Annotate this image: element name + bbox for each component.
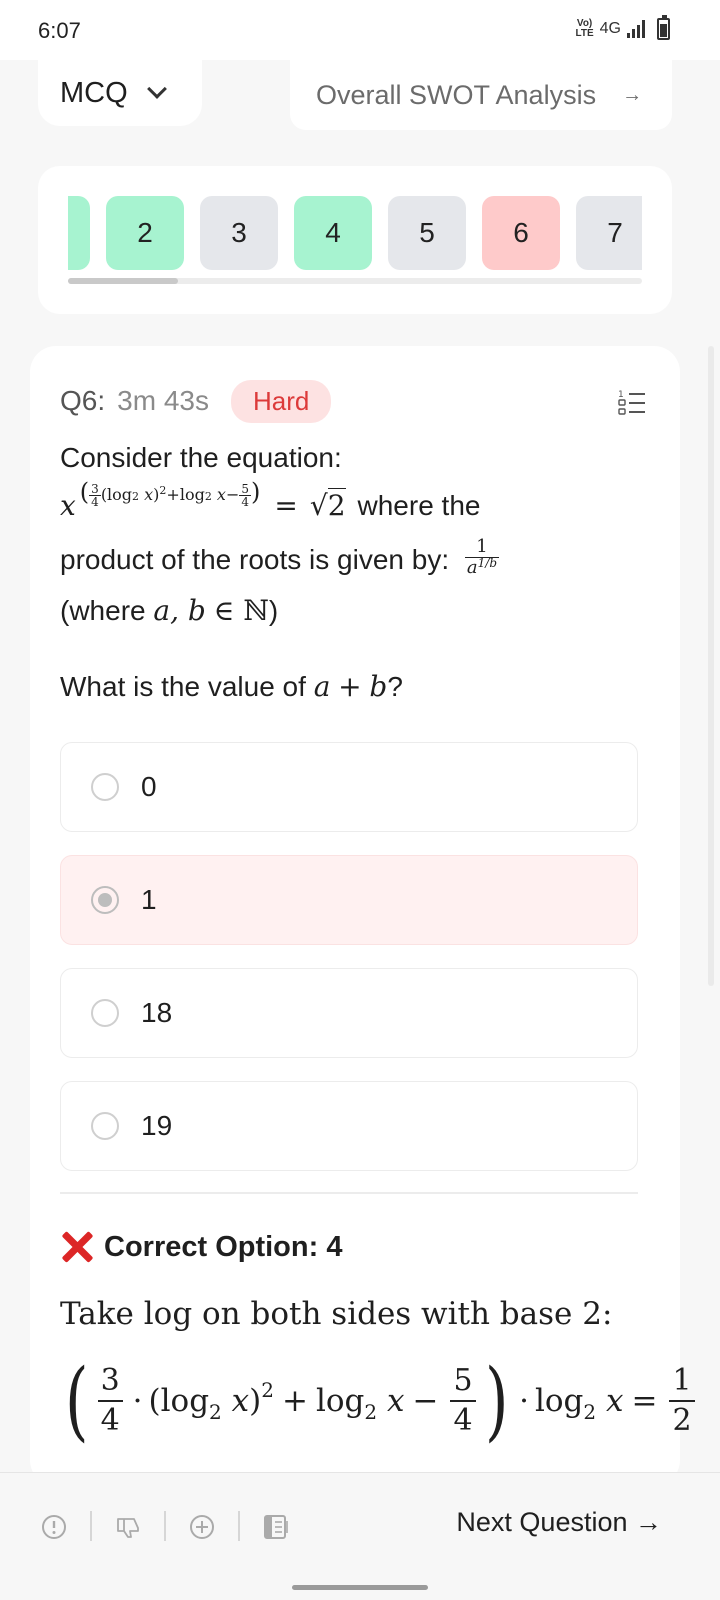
battery-icon xyxy=(657,15,670,40)
solution-intro: Take log on both sides with base 2: xyxy=(60,1296,613,1332)
add-circle-icon[interactable] xyxy=(188,1513,216,1541)
dislike-icon[interactable] xyxy=(114,1513,142,1541)
status-icons: Vo) LTE 4G xyxy=(575,15,670,40)
options-list: 0 1 18 19 xyxy=(60,742,638,1194)
arrow-right-icon: → xyxy=(622,83,643,106)
network-type: 4G xyxy=(599,20,621,37)
numbered-list-icon[interactable]: 1 xyxy=(618,388,646,418)
question-header: Q6: 3m 43s Hard 1 xyxy=(60,376,650,426)
option-0[interactable]: 0 xyxy=(60,742,638,832)
option-1[interactable]: 1 xyxy=(60,855,638,945)
toolbar-separator xyxy=(90,1511,92,1541)
question-number: Q6: xyxy=(60,385,106,416)
svg-text:1: 1 xyxy=(618,390,624,400)
option-label: 1 xyxy=(141,884,157,915)
signal-icon xyxy=(627,20,645,38)
question-line-4: (where a, b ∈ ℕ) xyxy=(60,593,279,627)
notebook-icon[interactable] xyxy=(262,1513,290,1541)
option-label: 0 xyxy=(141,771,157,802)
solution-equation: ( 34 · (log2 x)2 + log2 x − 54 ) · log2 … xyxy=(60,1346,695,1456)
question-nav-item[interactable]: 6 xyxy=(482,196,560,270)
page-scrollbar[interactable] xyxy=(708,346,714,986)
divider xyxy=(60,1192,638,1194)
question-nav-item[interactable]: 1 xyxy=(68,196,90,270)
chevron-down-icon xyxy=(146,79,167,99)
navigator-scroll-thumb[interactable] xyxy=(68,278,178,284)
correct-option-row: Correct Option: 4 xyxy=(60,1230,342,1264)
swot-analysis-label: Overall SWOT Analysis xyxy=(316,79,597,110)
question-card: Q6: 3m 43s Hard 1 Consider the equation:… xyxy=(30,346,695,1486)
question-text: Consider the equation: x (3 4 (log2 x)2+lo… xyxy=(60,438,650,707)
question-nav-item[interactable]: 7 xyxy=(576,196,642,270)
toolbar-separator xyxy=(164,1511,166,1541)
difficulty-badge: Hard xyxy=(230,379,332,423)
cross-mark-icon xyxy=(60,1230,94,1264)
option-19[interactable]: 19 xyxy=(60,1081,638,1171)
status-time: 6:07 xyxy=(38,18,81,43)
toolbar-separator xyxy=(238,1511,240,1541)
question-ask: What is the value of a + b? xyxy=(60,669,403,703)
next-question-button[interactable]: Next Question → xyxy=(456,1507,662,1538)
radio-button[interactable] xyxy=(91,773,119,801)
correct-option-text: Correct Option: 4 xyxy=(104,1230,343,1263)
question-nav-item[interactable]: 2 xyxy=(106,196,184,270)
question-navigator-scroll[interactable]: 1234567 xyxy=(68,196,642,270)
volte-icon: Vo) LTE xyxy=(575,18,594,39)
status-bar: 6:07 Vo) LTE 4G xyxy=(0,0,720,60)
radio-button[interactable] xyxy=(91,999,119,1027)
question-nav-item[interactable]: 4 xyxy=(294,196,372,270)
info-icon[interactable] xyxy=(40,1513,68,1541)
swot-analysis-button[interactable]: Overall SWOT Analysis → xyxy=(290,60,672,130)
question-time: 3m 43s xyxy=(117,385,209,416)
question-line-3: product of the roots is given by: 1 a1/b xyxy=(60,535,499,578)
mode-dropdown-label: MCQ xyxy=(60,76,128,109)
question-line-3-text: product of the roots is given by: xyxy=(60,544,450,575)
where-the-text: where the xyxy=(357,490,481,521)
home-indicator[interactable] xyxy=(292,1585,428,1590)
radio-button[interactable] xyxy=(91,886,119,914)
option-label: 19 xyxy=(141,1110,173,1141)
ask-suffix: ? xyxy=(387,670,403,702)
bottom-toolbar: Next Question → xyxy=(0,1472,720,1600)
radio-button[interactable] xyxy=(91,1112,119,1140)
question-navigator: 1234567 xyxy=(38,166,672,314)
question-equation: x (3 4 (log2 x)2+log2 x− 5 4) = √2 where the xyxy=(60,478,650,534)
mode-dropdown[interactable]: MCQ xyxy=(38,60,202,126)
question-nav-item[interactable]: 3 xyxy=(200,196,278,270)
question-nav-item[interactable]: 5 xyxy=(388,196,466,270)
question-navigator-track: 1234567 xyxy=(68,196,642,270)
where-prefix: (where xyxy=(60,594,146,626)
ask-prefix: What is the value of xyxy=(60,670,306,702)
navigator-scrollbar[interactable] xyxy=(68,278,642,284)
where-suffix: ) xyxy=(268,594,279,626)
option-label: 18 xyxy=(141,997,173,1028)
option-18[interactable]: 18 xyxy=(60,968,638,1058)
